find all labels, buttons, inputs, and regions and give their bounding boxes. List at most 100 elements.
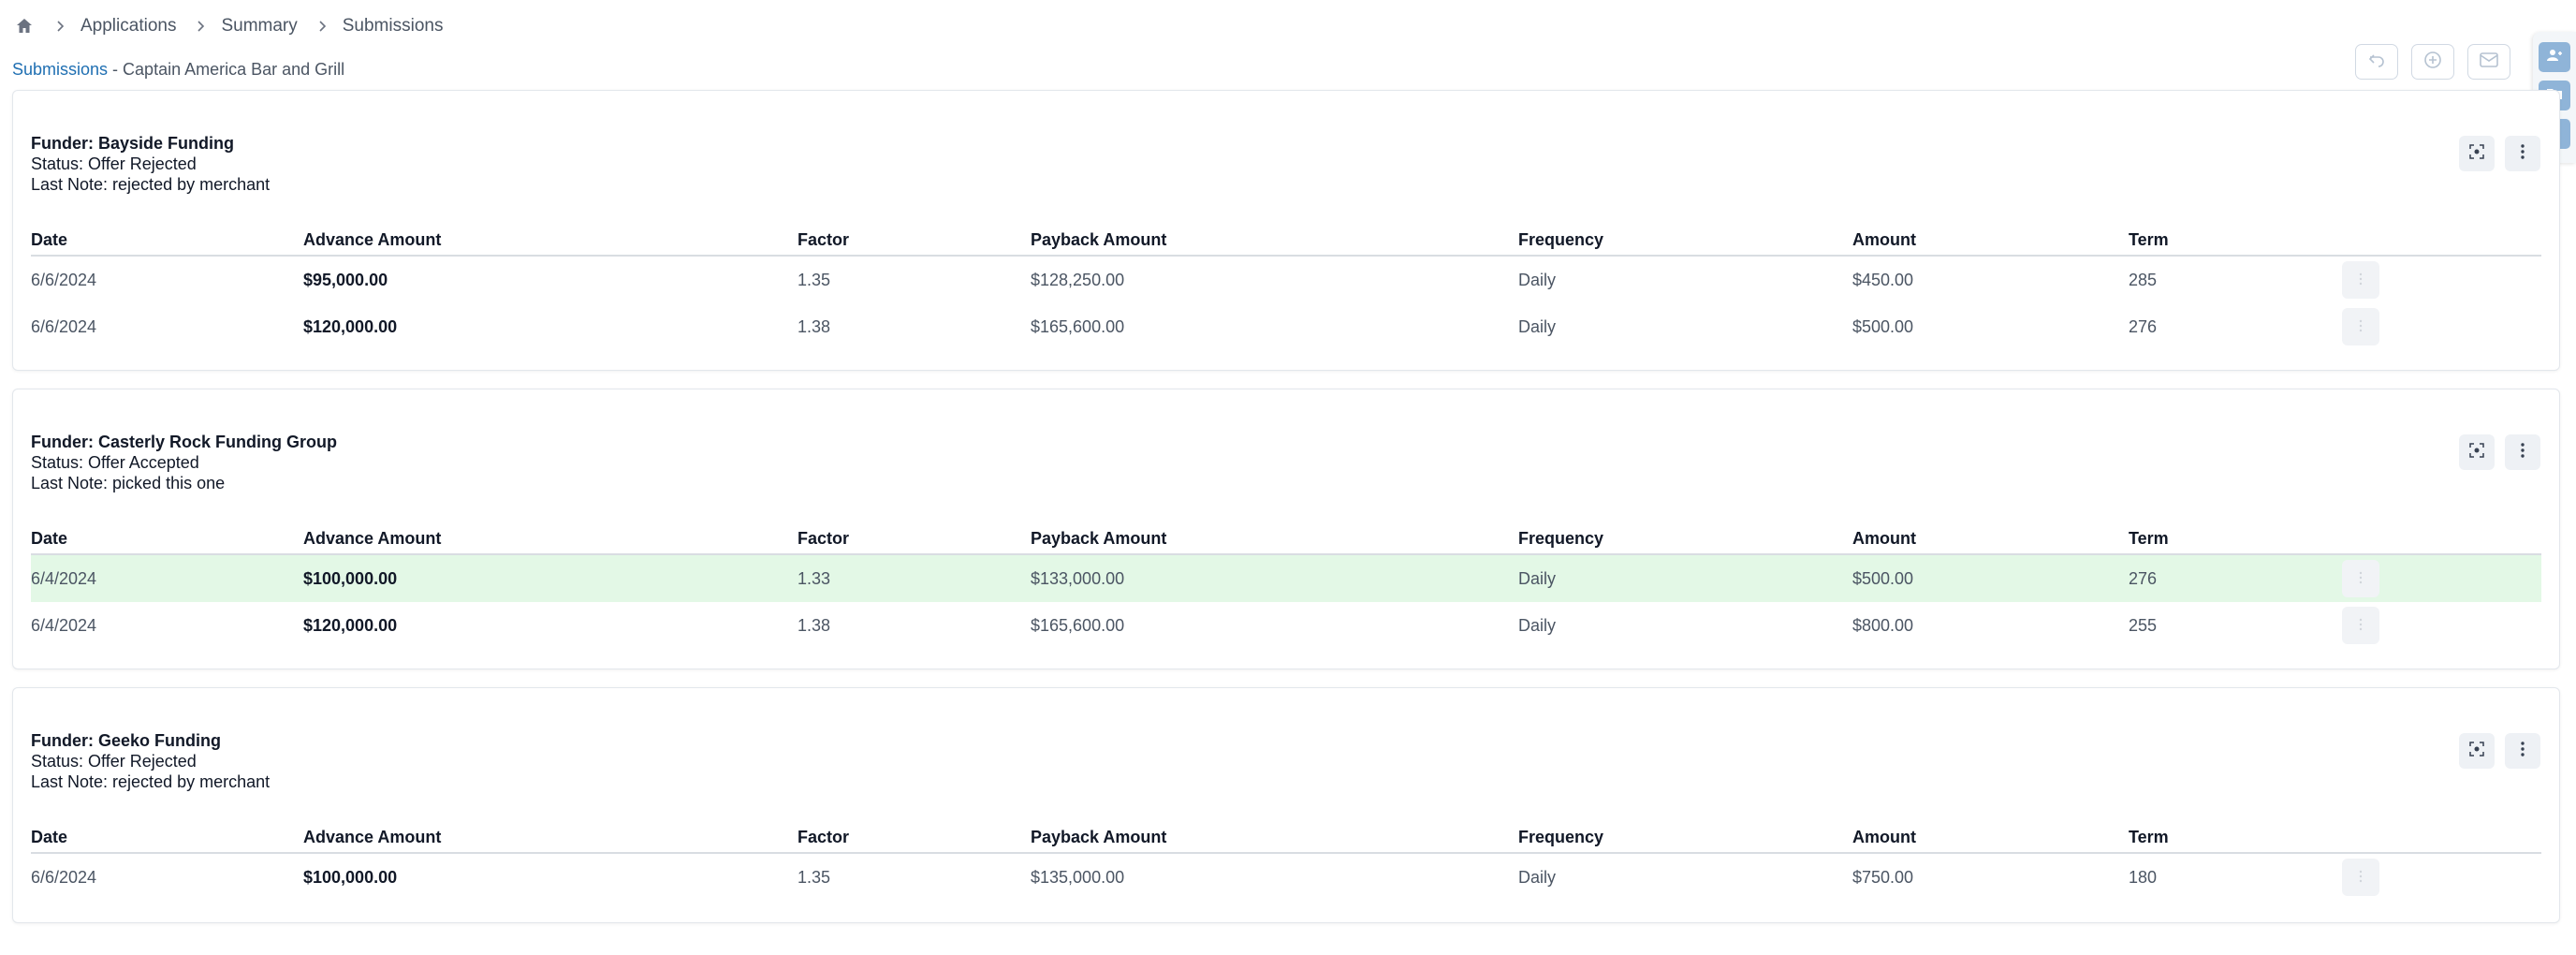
col-date: Date — [31, 828, 68, 846]
cell-frequency: Daily — [1518, 615, 1557, 635]
col-frequency: Frequency — [1518, 529, 1604, 548]
users-icon — [2546, 48, 2563, 67]
plus-circle-icon — [2422, 50, 2443, 75]
contacts-button[interactable] — [2539, 42, 2570, 72]
row-menu-button[interactable] — [2342, 560, 2379, 597]
cell-advance: $120,000.00 — [303, 316, 398, 336]
row-menu-button[interactable] — [2342, 859, 2379, 896]
card-menu-button[interactable] — [2505, 733, 2540, 769]
col-factor: Factor — [798, 230, 850, 249]
col-term: Term — [2129, 230, 2169, 249]
last-note: Last Note: rejected by merchant — [31, 772, 271, 791]
more-vertical-icon — [2520, 741, 2525, 762]
title-separator: - — [108, 60, 124, 79]
add-button[interactable] — [2411, 44, 2454, 80]
offers-table: Date Advance Amount Factor Payback Amoun… — [31, 225, 2541, 350]
submission-card: Funder: Geeko Funding Status: Offer Reje… — [12, 687, 2560, 923]
cell-payback: $128,250.00 — [1031, 270, 1125, 289]
home-icon[interactable] — [13, 15, 36, 37]
more-vertical-icon — [2359, 616, 2363, 636]
undo-button[interactable] — [2355, 44, 2398, 80]
breadcrumb-summary[interactable]: Summary — [221, 16, 297, 37]
card-actions — [2459, 733, 2540, 769]
mail-icon — [2479, 51, 2499, 73]
col-date: Date — [31, 230, 68, 249]
cell-frequency: Daily — [1518, 568, 1557, 588]
card-menu-button[interactable] — [2505, 434, 2540, 470]
cell-amount: $750.00 — [1852, 867, 1914, 887]
col-factor: Factor — [798, 828, 850, 846]
focus-icon — [2468, 442, 2485, 463]
table-header: Date Advance Amount Factor Payback Amoun… — [31, 523, 2541, 555]
top-actions — [2355, 44, 2510, 80]
breadcrumb: Applications Summary Submissions — [13, 11, 443, 41]
focus-button[interactable] — [2459, 434, 2495, 470]
cell-advance: $100,000.00 — [303, 867, 398, 887]
col-amount: Amount — [1852, 529, 1916, 548]
col-amount: Amount — [1852, 230, 1916, 249]
more-vertical-icon — [2359, 317, 2363, 337]
business-name: Captain America Bar and Grill — [123, 60, 345, 79]
focus-icon — [2468, 741, 2485, 762]
cell-factor: 1.33 — [798, 568, 831, 588]
row-menu-button[interactable] — [2342, 261, 2379, 299]
table-header: Date Advance Amount Factor Payback Amoun… — [31, 822, 2541, 854]
col-advance-amount: Advance Amount — [303, 529, 442, 548]
cell-term: 255 — [2129, 615, 2158, 635]
cell-term: 180 — [2129, 867, 2158, 887]
table-row: 6/4/2024 $120,000.00 1.38 $165,600.00 Da… — [31, 602, 2541, 649]
email-button[interactable] — [2467, 44, 2510, 80]
cell-factor: 1.35 — [798, 270, 831, 289]
col-term: Term — [2129, 529, 2169, 548]
more-vertical-icon — [2520, 143, 2525, 165]
cell-date: 6/6/2024 — [31, 867, 97, 887]
submissions-link[interactable]: Submissions — [12, 60, 108, 79]
focus-button[interactable] — [2459, 136, 2495, 171]
breadcrumb-applications[interactable]: Applications — [80, 16, 176, 37]
cell-payback: $165,600.00 — [1031, 615, 1125, 635]
focus-button[interactable] — [2459, 733, 2495, 769]
card-info: Funder: Bayside Funding Status: Offer Re… — [31, 133, 270, 195]
card-actions — [2459, 434, 2540, 470]
cell-advance: $95,000.00 — [303, 270, 388, 289]
card-menu-button[interactable] — [2505, 136, 2540, 171]
cell-factor: 1.35 — [798, 867, 831, 887]
col-payback-amount: Payback Amount — [1031, 529, 1167, 548]
table-row: 6/6/2024 $100,000.00 1.35 $135,000.00 Da… — [31, 854, 2541, 901]
cell-frequency: Daily — [1518, 316, 1557, 336]
cell-frequency: Daily — [1518, 270, 1557, 289]
chevron-right-icon — [311, 15, 333, 37]
col-term: Term — [2129, 828, 2169, 846]
cell-date: 6/4/2024 — [31, 615, 97, 635]
focus-icon — [2468, 143, 2485, 165]
offer-status: Status: Offer Rejected — [31, 752, 197, 771]
offer-status: Status: Offer Rejected — [31, 154, 197, 173]
col-payback-amount: Payback Amount — [1031, 828, 1167, 846]
offers-table: Date Advance Amount Factor Payback Amoun… — [31, 822, 2541, 901]
table-row: 6/6/2024 $120,000.00 1.38 $165,600.00 Da… — [31, 303, 2541, 350]
card-actions — [2459, 136, 2540, 171]
col-date: Date — [31, 529, 68, 548]
more-vertical-icon — [2359, 569, 2363, 589]
cell-payback: $135,000.00 — [1031, 867, 1125, 887]
cell-factor: 1.38 — [798, 316, 831, 336]
table-row-accepted: 6/4/2024 $100,000.00 1.33 $133,000.00 Da… — [31, 555, 2541, 602]
chevron-right-icon — [49, 15, 71, 37]
cell-date: 6/6/2024 — [31, 316, 97, 336]
submission-card: Funder: Casterly Rock Funding Group Stat… — [12, 389, 2560, 669]
cell-payback: $165,600.00 — [1031, 316, 1125, 336]
cell-factor: 1.38 — [798, 615, 831, 635]
cell-date: 6/6/2024 — [31, 270, 97, 289]
funder-name: Funder: Bayside Funding — [31, 134, 235, 153]
cell-term: 285 — [2129, 270, 2158, 289]
more-vertical-icon — [2520, 442, 2525, 463]
row-menu-button[interactable] — [2342, 308, 2379, 345]
breadcrumb-submissions[interactable]: Submissions — [343, 16, 444, 37]
row-menu-button[interactable] — [2342, 607, 2379, 644]
table-row: 6/6/2024 $95,000.00 1.35 $128,250.00 Dai… — [31, 257, 2541, 303]
cell-amount: $500.00 — [1852, 568, 1914, 588]
col-payback-amount: Payback Amount — [1031, 230, 1167, 249]
page-title: Submissions - Captain America Bar and Gr… — [12, 60, 344, 80]
col-factor: Factor — [798, 529, 850, 548]
col-advance-amount: Advance Amount — [303, 230, 442, 249]
